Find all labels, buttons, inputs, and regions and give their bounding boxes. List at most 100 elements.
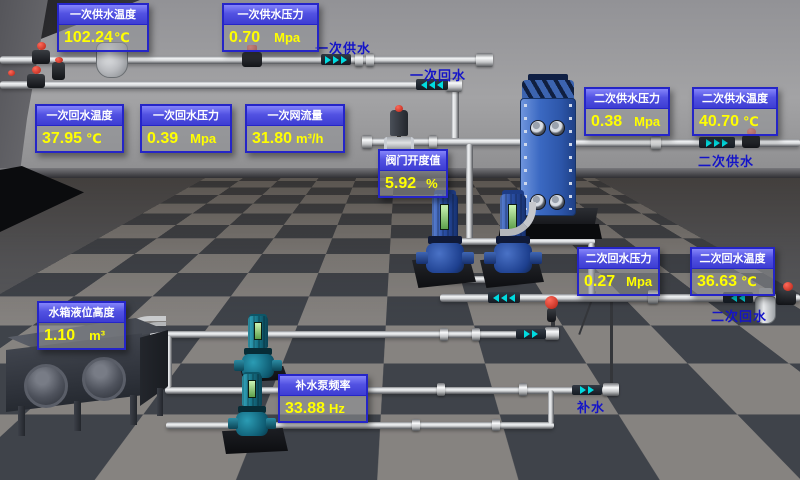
- panel-value-row: 31.80 m³/h: [247, 126, 343, 151]
- pipe-coupling: [492, 419, 500, 431]
- valve-body: [776, 290, 796, 305]
- panel-title: 阀门开度值: [380, 151, 446, 171]
- panel-value-row: 0.70 Mpa: [224, 25, 317, 50]
- pump-stub: [484, 252, 496, 264]
- flow-arrows-icon: [516, 329, 546, 339]
- panel-unit: Mpa: [626, 274, 652, 289]
- pipe-flange: [476, 53, 493, 67]
- valve-handle: [37, 42, 46, 50]
- actuator-body: [390, 110, 408, 136]
- panel-value-row: 5.92 %: [380, 171, 446, 196]
- pipe-flange: [603, 383, 619, 396]
- pipe-coupling: [440, 328, 448, 341]
- sensor-body: [52, 62, 65, 80]
- panel-primary-supply-temp: 一次供水温度 102.24 ℃: [57, 3, 149, 52]
- pipe-riser: [466, 144, 473, 244]
- panel-value: 102.24: [64, 29, 113, 47]
- panel-title: 一次网流量: [247, 106, 343, 126]
- pipe-label-primary-return: 一次回水: [410, 65, 466, 84]
- panel-value: 0.70: [229, 29, 260, 47]
- flow-arrows-icon: [488, 292, 520, 303]
- panel-value-row: 0.39 Mpa: [142, 126, 230, 151]
- tank-leg: [157, 388, 163, 416]
- pump-stub: [462, 252, 474, 264]
- panel-value-row: 36.63 ℃: [692, 269, 773, 294]
- pipe-coupling: [429, 135, 437, 149]
- hx-port: [530, 120, 546, 136]
- panel-value: 40.70: [699, 113, 739, 131]
- panel-title: 二次回水压力: [579, 249, 658, 269]
- pump-volute: [494, 243, 532, 273]
- pipe-label-secondary-supply: 二次供水: [698, 151, 754, 170]
- pipe-primary-return: [0, 81, 450, 89]
- pipe-makeup-line-1: [150, 331, 558, 338]
- panel-unit: Hz: [329, 401, 345, 416]
- actuator-cap: [395, 105, 403, 112]
- pipe-label-primary-supply: 一次供水: [315, 38, 371, 57]
- panel-primary-return-pressure: 一次回水压力 0.39 Mpa: [140, 104, 232, 153]
- arrow-right-icon: [722, 139, 728, 147]
- panel-value-row: 33.88 Hz: [280, 396, 366, 421]
- panel-valve-opening: 阀门开度值 5.92 %: [378, 149, 448, 198]
- pipe-coupling: [472, 328, 480, 341]
- panel-value: 5.92: [385, 175, 416, 193]
- pump-display-window: [248, 380, 256, 398]
- hx-port: [549, 120, 565, 136]
- panel-tank-level: 水箱液位高度 1.10 m³: [37, 301, 126, 350]
- pipe-label-makeup-water: 补水: [577, 397, 605, 416]
- panel-value-row: 0.27 Mpa: [579, 269, 658, 294]
- pump-stub: [234, 360, 244, 371]
- panel-value-row: 40.70 ℃: [694, 109, 776, 134]
- pipe-primary-supply: [0, 56, 478, 64]
- panel-value: 36.63: [697, 273, 737, 291]
- panel-title: 二次供水温度: [694, 89, 776, 109]
- panel-makeup-pump-freq: 补水泵频率 33.88 Hz: [278, 374, 368, 423]
- panel-secondary-supply-pressure: 二次供水压力 0.38 Mpa: [584, 87, 670, 136]
- panel-title: 补水泵频率: [280, 376, 366, 396]
- panel-title: 二次回水温度: [692, 249, 773, 269]
- panel-secondary-return-temp: 二次回水温度 36.63 ℃: [690, 247, 775, 296]
- panel-value-row: 1.10 m³: [39, 323, 124, 348]
- hx-body: [520, 98, 576, 216]
- pipe-secondary-supply: [568, 139, 800, 147]
- panel-title: 一次回水温度: [37, 106, 122, 126]
- arrow-right-icon: [532, 330, 538, 338]
- panel-unit: %: [426, 176, 438, 191]
- panel-value: 1.10: [44, 327, 75, 345]
- flow-arrows-icon: [699, 137, 735, 148]
- panel-secondary-return-pressure: 二次回水压力 0.27 Mpa: [577, 247, 660, 296]
- check-valve-cap: [545, 296, 558, 309]
- arrow-right-icon: [588, 386, 594, 394]
- panel-value: 37.95: [42, 130, 82, 148]
- valve-handle: [8, 70, 15, 76]
- tank-manway: [82, 357, 126, 401]
- panel-unit: ℃: [86, 131, 102, 147]
- valve-body: [32, 50, 50, 64]
- pipe-label-secondary-return: 二次回水: [711, 306, 767, 325]
- valve-body: [27, 74, 45, 88]
- panel-value: 0.38: [591, 113, 622, 131]
- check-valve-body: [547, 308, 556, 322]
- valve-body: [242, 52, 262, 67]
- panel-value: 33.88: [285, 400, 325, 418]
- panel-primary-flow: 一次网流量 31.80 m³/h: [245, 104, 345, 153]
- pipe-coupling: [651, 136, 661, 150]
- pipe-riser: [451, 86, 459, 142]
- panel-unit: ℃: [114, 30, 130, 46]
- arrow-left-icon: [493, 294, 499, 302]
- panel-primary-supply-pressure: 一次供水压力 0.70 Mpa: [222, 3, 319, 52]
- pump-volute: [426, 243, 464, 273]
- panel-unit: ℃: [741, 274, 757, 290]
- panel-unit: ℃: [743, 114, 759, 130]
- tank-manway: [24, 364, 68, 408]
- panel-primary-return-temp: 一次回水温度 37.95 ℃: [35, 104, 124, 153]
- panel-value-row: 0.38 Mpa: [586, 109, 668, 134]
- panel-title: 一次回水压力: [142, 106, 230, 126]
- pump-volute: [236, 412, 268, 436]
- panel-unit: Mpa: [634, 114, 660, 129]
- arrow-right-icon: [706, 139, 712, 147]
- pump-stub: [530, 252, 542, 264]
- pipe-flange: [545, 327, 559, 340]
- panel-secondary-supply-temp: 二次供水温度 40.70 ℃: [692, 87, 778, 136]
- panel-unit: m³/h: [296, 131, 323, 146]
